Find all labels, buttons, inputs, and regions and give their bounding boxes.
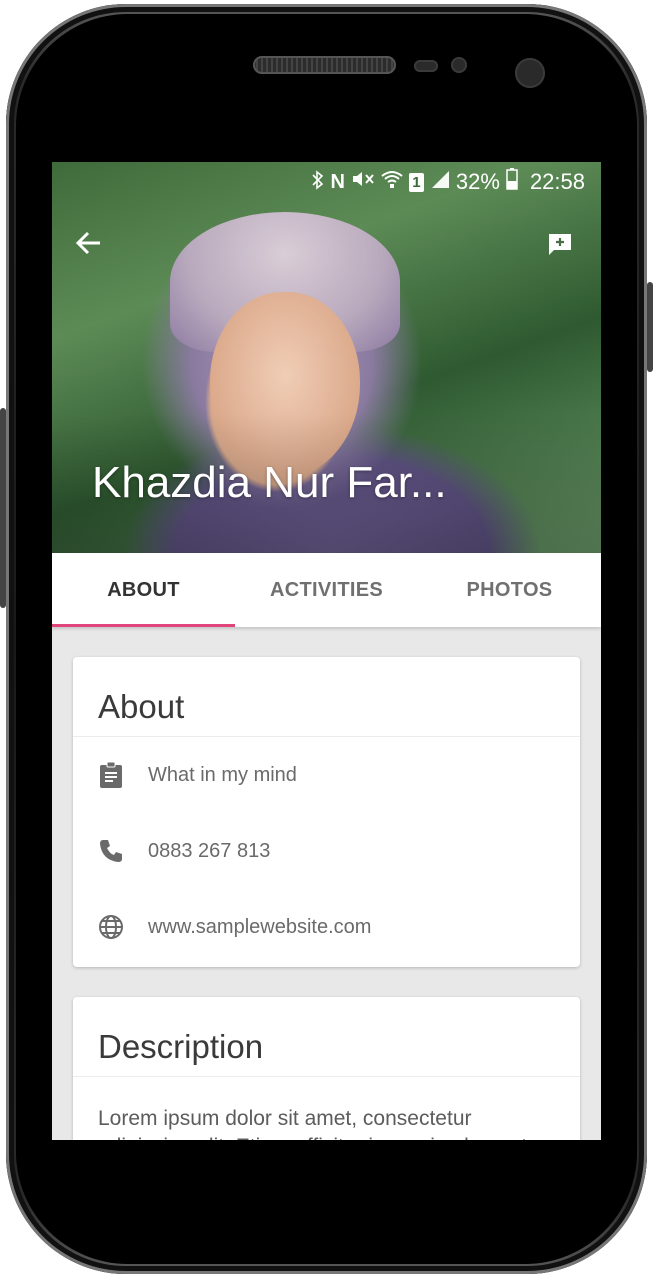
tab-activities[interactable]: ACTIVITIES bbox=[235, 553, 418, 627]
arrow-left-icon bbox=[75, 231, 100, 255]
earpiece-speaker bbox=[253, 56, 396, 74]
battery-icon bbox=[506, 168, 518, 196]
wifi-icon bbox=[381, 169, 403, 195]
about-row-status[interactable]: What in my mind bbox=[73, 737, 580, 813]
add-comment-icon bbox=[549, 234, 571, 255]
globe-icon bbox=[98, 914, 124, 940]
add-comment-button[interactable] bbox=[547, 232, 573, 256]
proximity-sensor bbox=[414, 60, 438, 72]
description-card: Description Lorem ipsum dolor sit amet, … bbox=[73, 997, 580, 1140]
phone-icon bbox=[98, 838, 124, 864]
status-bar: N 1 32% 22:58 bbox=[312, 168, 585, 196]
nfc-icon: N bbox=[330, 170, 345, 193]
front-camera bbox=[515, 58, 545, 88]
battery-percent: 32% bbox=[455, 169, 500, 194]
about-card-title: About bbox=[73, 657, 580, 737]
mute-icon bbox=[351, 169, 375, 195]
tab-photos[interactable]: PHOTOS bbox=[418, 553, 601, 627]
clock: 22:58 bbox=[529, 169, 585, 194]
sim-icon: 1 bbox=[408, 172, 424, 192]
about-row-website[interactable]: www.samplewebsite.com bbox=[73, 889, 580, 965]
about-phone-text: 0883 267 813 bbox=[148, 839, 271, 862]
about-status-text: What in my mind bbox=[148, 763, 297, 786]
power-button bbox=[647, 282, 653, 372]
tab-about[interactable]: ABOUT bbox=[52, 553, 235, 627]
description-card-title: Description bbox=[73, 997, 580, 1077]
description-text: Lorem ipsum dolor sit amet, consectetur … bbox=[98, 1107, 527, 1140]
light-sensor bbox=[451, 57, 467, 73]
about-card: About What in my mind 0883 267 813 www.s… bbox=[73, 657, 580, 967]
about-website-text: www.samplewebsite.com bbox=[148, 915, 372, 938]
back-button[interactable] bbox=[74, 228, 104, 258]
signal-icon bbox=[430, 169, 450, 195]
volume-button bbox=[0, 408, 6, 608]
bluetooth-icon bbox=[312, 169, 324, 195]
profile-name: Khazdia Nur Far... bbox=[92, 458, 447, 507]
clipboard-icon bbox=[98, 762, 124, 788]
app-screen: N 1 32% 22:58 Khazdia Nur Far... ABOUT A… bbox=[52, 162, 601, 1140]
profile-tabs: ABOUT ACTIVITIES PHOTOS bbox=[52, 553, 601, 627]
about-row-phone[interactable]: 0883 267 813 bbox=[73, 813, 580, 889]
